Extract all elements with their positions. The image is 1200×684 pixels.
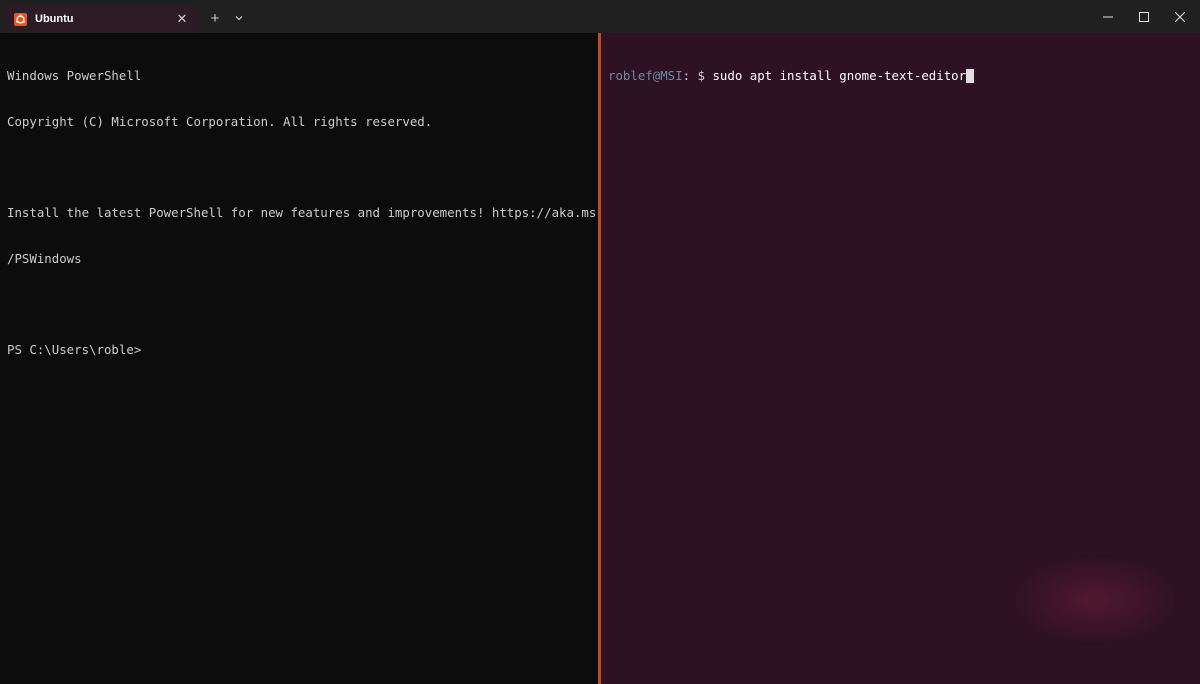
chevron-down-icon[interactable]: [229, 8, 249, 28]
title-bar: Ubuntu ✕ +: [0, 0, 1200, 33]
tab-title: Ubuntu: [35, 13, 74, 25]
new-tab-button[interactable]: +: [205, 8, 225, 28]
prompt-user: roblef@MSI: [608, 68, 683, 84]
ubuntu-output: roblef@MSI: $ sudo apt install gnome-tex…: [608, 38, 1193, 114]
terminal-line: /PSWindows: [7, 250, 82, 266]
powershell-output: Windows PowerShell Copyright (C) Microso…: [7, 38, 597, 388]
terminal-line: Windows PowerShell: [7, 68, 142, 84]
powershell-prompt: PS C:\Users\roble>: [7, 341, 142, 357]
tab-close-icon[interactable]: ✕: [171, 8, 193, 30]
powershell-pane[interactable]: Windows PowerShell Copyright (C) Microso…: [0, 33, 598, 684]
ubuntu-pane[interactable]: roblef@MSI: $ sudo apt install gnome-tex…: [601, 33, 1200, 684]
terminal-line: Copyright (C) Microsoft Corporation. All…: [7, 114, 433, 129]
prompt-separator: : $: [682, 68, 713, 84]
close-icon[interactable]: [1157, 0, 1200, 33]
typed-command: sudo apt install gnome-text-editor: [712, 68, 967, 84]
bash-prompt-line: roblef@MSI: $ sudo apt install gnome-tex…: [608, 68, 1193, 84]
terminal-line: Install the latest PowerShell for new fe…: [7, 205, 597, 221]
tab-ubuntu[interactable]: Ubuntu ✕: [5, 5, 197, 33]
text-cursor: [966, 69, 975, 84]
ubuntu-icon: [14, 12, 27, 26]
